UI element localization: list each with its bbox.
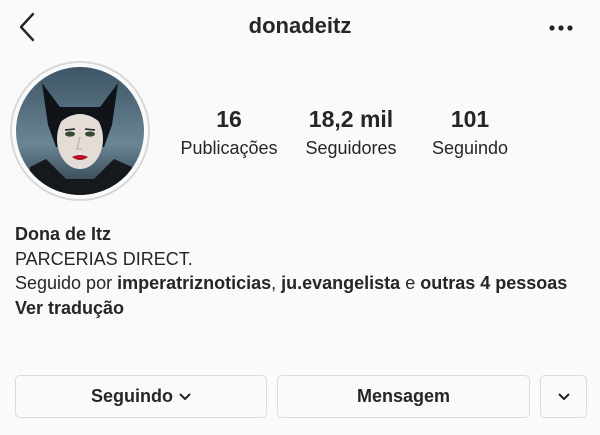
see-translation-link[interactable]: Ver tradução	[15, 296, 590, 321]
posts-count-label: Publicações	[180, 138, 278, 158]
posts-count-value: 16	[216, 106, 242, 132]
followers-count-label: Seguidores	[305, 138, 397, 158]
following-count-value: 101	[450, 106, 490, 132]
followers-count[interactable]: 18,2 mil Seguidores	[292, 104, 410, 160]
followed-by-separator: ,	[271, 273, 282, 293]
following-count-label: Seguindo	[431, 138, 509, 158]
profile-photo	[16, 67, 144, 195]
suggested-accounts-button[interactable]	[540, 375, 587, 418]
profile-header: donadeitz	[0, 0, 600, 56]
chevron-down-icon	[179, 393, 191, 401]
more-horizontal-icon	[549, 25, 573, 31]
message-button[interactable]: Mensagem	[277, 375, 530, 418]
posts-count[interactable]: 16 Publicações	[170, 104, 288, 160]
bio-text: PARCERIAS DIRECT.	[15, 248, 193, 269]
other-followers-link[interactable]: outras 4 pessoas	[420, 273, 567, 293]
following-button-label: Seguindo	[91, 386, 173, 406]
mutual-follower-link[interactable]: ju.evangelista	[281, 273, 400, 293]
following-count[interactable]: 101 Seguindo	[418, 104, 522, 160]
followed-by: Seguido por imperatriznoticias, ju.evang…	[15, 271, 590, 296]
followers-count-value: 18,2 mil	[308, 106, 394, 132]
following-button[interactable]: Seguindo	[15, 375, 267, 418]
display-name: Dona de Itz	[15, 224, 112, 244]
avatar[interactable]	[10, 61, 150, 201]
more-options-button[interactable]	[544, 14, 578, 42]
mutual-follower-link[interactable]: imperatriznoticias	[117, 273, 271, 293]
followed-by-prefix: Seguido por	[15, 273, 118, 293]
message-button-label: Mensagem	[356, 386, 451, 406]
followed-by-connector: e	[400, 273, 421, 293]
chevron-down-icon	[558, 393, 570, 401]
profile-username: donadeitz	[248, 13, 352, 38]
profile-bio: Dona de Itz PARCERIAS DIRECT. Seguido po…	[15, 222, 590, 320]
